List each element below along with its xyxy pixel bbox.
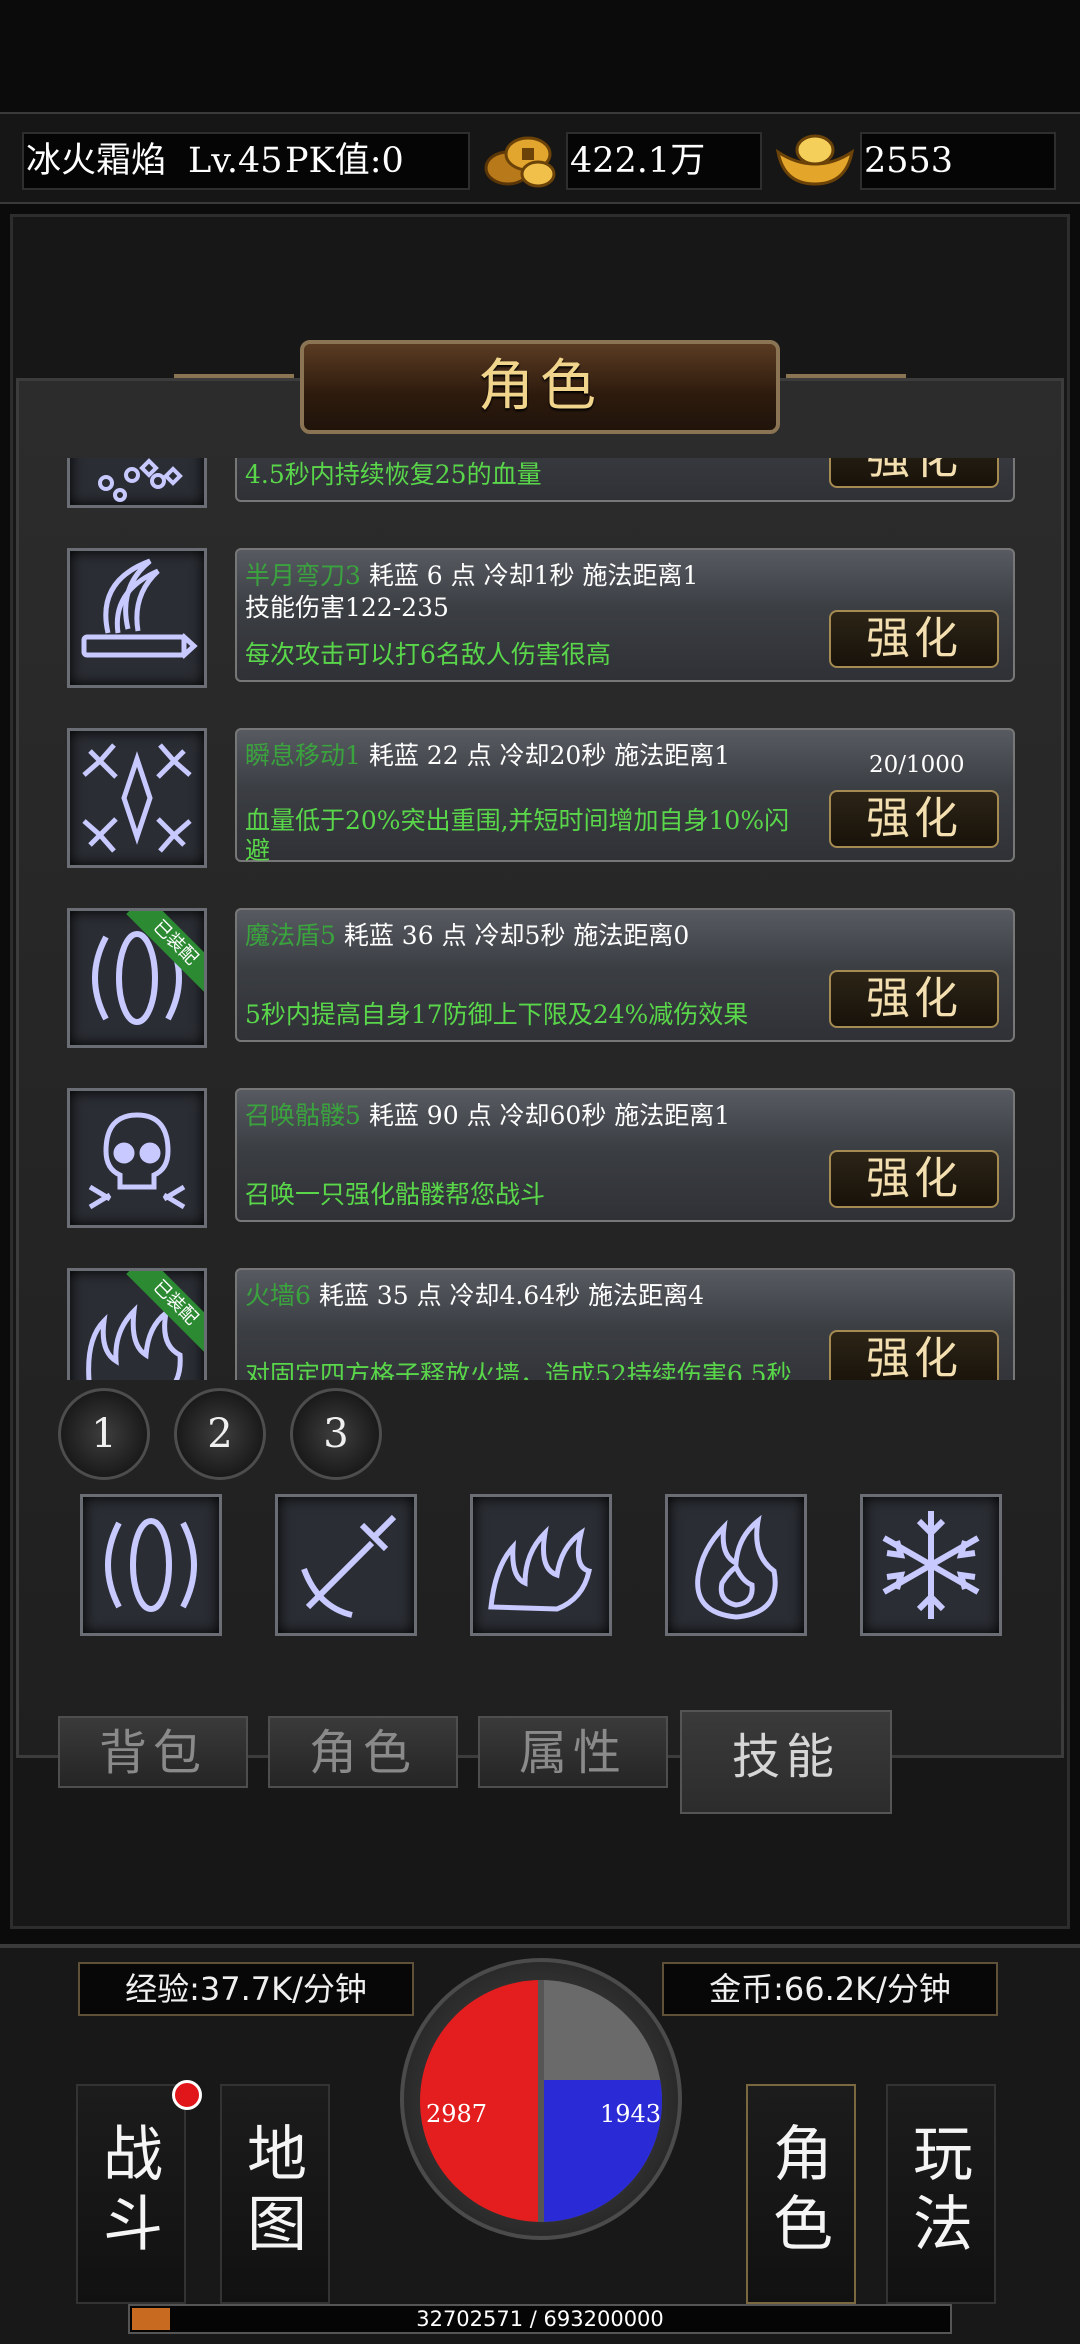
enhance-button[interactable]: 强化	[829, 970, 999, 1028]
skill-slot[interactable]	[665, 1494, 807, 1636]
skill-cost: 耗蓝 90 点	[368, 1101, 492, 1130]
skill-description: 召唤一只强化骷髅帮您战斗	[245, 1180, 546, 1209]
skill-card: 火墙6 耗蓝 35 点 冷却4.64秒 施法距离4 对固定四方格子释放火墙，造成…	[235, 1268, 1015, 1380]
skill-row[interactable]: 半月弯刀3 耗蓝 6 点 冷却1秒 施法距离1 技能伤害122-235 每次攻击…	[62, 544, 1018, 694]
skill-slot[interactable]	[275, 1494, 417, 1636]
skill-row[interactable]: 瞬息移动1 耗蓝 22 点 冷却20秒 施法距离1 20/1000 血量低于20…	[62, 724, 1018, 874]
hp-value: 2987	[426, 2100, 488, 2128]
page-title: 角色	[478, 354, 602, 419]
page-button-3[interactable]: 3	[290, 1388, 382, 1480]
tab-character[interactable]: 角色	[268, 1716, 458, 1788]
skill-name: 火墙6	[245, 1281, 311, 1310]
enhance-button[interactable]: 强化	[829, 790, 999, 848]
gold-coins-icon	[482, 124, 558, 194]
character-label: 角 色	[773, 2120, 833, 2260]
skill-cooldown: 冷却4.64秒	[449, 1281, 581, 1310]
skill-range: 施法距离0	[573, 921, 690, 950]
skill-row[interactable]: 已装配 火墙6 耗蓝 35 点 冷却4.64秒 施法距离4 对固定四方格子释放火…	[62, 1264, 1018, 1380]
status-bar: 冰火霜焰 Lv.45 PK值:0 422.1万 2553	[0, 112, 1080, 204]
orb-divider	[538, 1980, 544, 2222]
skill-cooldown: 冷却20秒	[499, 741, 607, 770]
notification-dot	[172, 2080, 202, 2110]
gameplay-label: 玩 法	[913, 2120, 973, 2260]
skill-header: 火墙6 耗蓝 35 点 冷却4.64秒 施法距离4	[245, 1276, 704, 1312]
skull-icon	[67, 1088, 207, 1228]
skill-row[interactable]: 召唤骷髅5 耗蓝 90 点 冷却60秒 施法距离1 召唤一只强化骷髅帮您战斗 强…	[62, 1084, 1018, 1234]
skill-cost: 耗蓝 6 点	[368, 561, 476, 590]
enhance-button[interactable]: 强化	[829, 610, 999, 668]
tab-skills[interactable]: 技能	[680, 1710, 892, 1814]
skill-description: 血量低于20%突出重围,并短时间增加自身10%闪避	[245, 806, 790, 865]
exp-text: 32702571 / 693200000	[416, 2307, 664, 2331]
enhance-button[interactable]: 强化	[829, 458, 999, 488]
skill-damage: 技能伤害122-235	[245, 593, 449, 622]
skill-cost: 耗蓝 22 点	[368, 741, 492, 770]
enhance-button[interactable]: 强化	[829, 1330, 999, 1380]
skill-card: 魔法盾5 耗蓝 36 点 冷却5秒 施法距离0 5秒内提高自身17防御上下限及2…	[235, 908, 1015, 1042]
enhance-button[interactable]: 强化	[829, 1150, 999, 1208]
skill-description: 5秒内提高自身17防御上下限及24%减伤效果	[245, 1000, 749, 1029]
player-name: 冰火霜焰	[26, 141, 167, 181]
skill-row[interactable]: 4.5秒内持续恢复25的血量 强化	[62, 458, 1018, 514]
skill-cost: 耗蓝 36 点	[343, 921, 467, 950]
skill-description: 每次攻击可以打6名敌人伤害很高	[245, 640, 611, 669]
character-button[interactable]: 角 色	[746, 2084, 856, 2304]
flame-icon	[695, 1514, 778, 1620]
gameplay-button[interactable]: 玩 法	[886, 2084, 996, 2304]
gold-ingot-icon	[774, 128, 856, 190]
fire-wall-icon	[488, 1525, 592, 1612]
skill-card: 瞬息移动1 耗蓝 22 点 冷却20秒 施法距离1 20/1000 血量低于20…	[235, 728, 1015, 865]
skill-card: 半月弯刀3 耗蓝 6 点 冷却1秒 施法距离1 技能伤害122-235 每次攻击…	[235, 548, 1015, 682]
skill-range: 施法距离4	[588, 1281, 705, 1310]
skill-card: 4.5秒内持续恢复25的血量 强化	[235, 458, 1015, 502]
fire-wall-icon: 已装配	[67, 1268, 207, 1380]
skill-header: 魔法盾5 耗蓝 36 点 冷却5秒 施法距离0	[245, 916, 689, 952]
map-button[interactable]: 地 图	[220, 2084, 330, 2304]
skill-header: 召唤骷髅5 耗蓝 90 点 冷却60秒 施法距离1	[245, 1096, 730, 1132]
skill-list[interactable]: 4.5秒内持续恢复25的血量 强化 半月弯刀3 耗蓝 6 点 冷却1秒 施法距离…	[62, 458, 1018, 1380]
magic-shield-icon	[105, 1518, 197, 1612]
skill-range: 施法距离1	[614, 741, 731, 770]
skill-progress: 20/1000	[869, 752, 965, 778]
dash-star-icon	[67, 728, 207, 868]
battle-button[interactable]: 战 斗	[76, 2080, 202, 2304]
skill-name: 魔法盾5	[245, 921, 336, 950]
dots-icon	[67, 458, 207, 508]
skill-description: 4.5秒内持续恢复25的血量	[245, 460, 542, 489]
crescent-blade-icon	[67, 548, 207, 688]
pk-value: PK值:0	[285, 141, 404, 181]
skill-row[interactable]: 已装配 魔法盾5 耗蓝 36 点 冷却5秒 施法距离0 5秒内提高自身17防御上…	[62, 904, 1018, 1054]
snowflake-icon	[882, 1511, 980, 1619]
player-level: Lv.45	[188, 141, 283, 181]
ingot-amount: 2553	[864, 141, 954, 181]
gold-rate: 金币:66.2K/分钟	[662, 1962, 998, 2016]
skill-header: 瞬息移动1 耗蓝 22 点 冷却20秒 施法距离1	[245, 736, 730, 772]
skill-header: 半月弯刀3 耗蓝 6 点 冷却1秒 施法距离1	[245, 556, 698, 592]
exp-rate: 经验:37.7K/分钟	[78, 1962, 414, 2016]
skill-description: 对固定四方格子释放火墙，造成52持续伤害6.5秒	[245, 1360, 792, 1380]
skill-range: 施法距离1	[614, 1101, 731, 1130]
skill-name: 半月弯刀3	[245, 561, 361, 590]
mp-value: 1943	[600, 2100, 662, 2128]
map-label: 地 图	[247, 2120, 307, 2260]
skill-cooldown: 冷却1秒	[483, 561, 575, 590]
gold-amount: 422.1万	[570, 141, 706, 181]
skill-cooldown: 冷却5秒	[474, 921, 566, 950]
tab-attributes[interactable]: 属性	[478, 1716, 668, 1788]
skill-card: 召唤骷髅5 耗蓝 90 点 冷却60秒 施法距离1 召唤一只强化骷髅帮您战斗 强…	[235, 1088, 1015, 1222]
sword-icon	[301, 1514, 397, 1618]
skill-cost: 耗蓝 35 点	[318, 1281, 442, 1310]
page-button-2[interactable]: 2	[174, 1388, 266, 1480]
magic-shield-icon: 已装配	[67, 908, 207, 1048]
skill-cooldown: 冷却60秒	[499, 1101, 607, 1130]
tab-bag[interactable]: 背包	[58, 1716, 248, 1788]
skill-range: 施法距离1	[582, 561, 699, 590]
skill-slot[interactable]	[80, 1494, 222, 1636]
page-button-1[interactable]: 1	[58, 1388, 150, 1480]
skill-name: 瞬息移动1	[245, 741, 361, 770]
skill-slot[interactable]	[470, 1494, 612, 1636]
battle-label: 战 斗	[103, 2120, 163, 2260]
skill-slot[interactable]	[860, 1494, 1002, 1636]
skill-name: 召唤骷髅5	[245, 1101, 361, 1130]
